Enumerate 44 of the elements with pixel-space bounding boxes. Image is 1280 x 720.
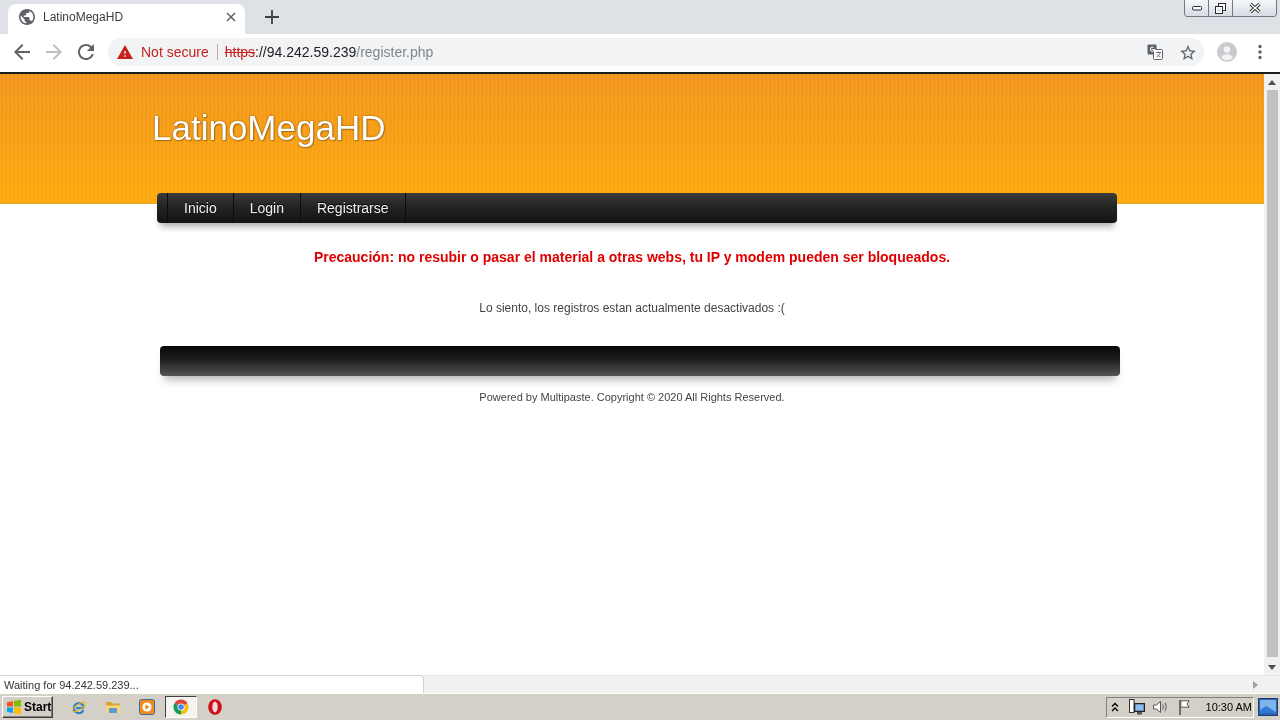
clock[interactable]: 10:30 AM <box>1205 701 1252 713</box>
flag-icon[interactable] <box>1176 699 1193 715</box>
network-icon[interactable] <box>1128 699 1145 715</box>
vertical-scrollbar[interactable] <box>1264 74 1280 675</box>
desktop-icon[interactable] <box>1258 698 1278 716</box>
footer-text: Powered by Multipaste. Copyright © 2020 All Rights Reserved. <box>479 391 785 404</box>
reload-icon[interactable] <box>78 44 94 60</box>
down-arrow-icon[interactable] <box>1268 664 1276 670</box>
speaker-icon[interactable] <box>1151 699 1168 715</box>
site-title: LatinoMegaHD <box>152 108 386 148</box>
menu-icon[interactable] <box>1258 44 1262 60</box>
plus-icon[interactable] <box>265 10 279 24</box>
status-bubble: Waiting for 94.242.59.239... <box>0 675 424 693</box>
translate-icon[interactable] <box>1147 44 1163 60</box>
globe-icon <box>19 9 35 25</box>
browser-tab[interactable]: LatinoMegaHD <box>8 4 245 34</box>
restore-icon <box>1215 2 1226 14</box>
start-button[interactable]: Start <box>2 696 53 718</box>
warning-text: Precaución: no resubir o pasar el material a otras webs, tu IP y modem pueden ser bloqueados. <box>313 249 951 265</box>
minimize-icon <box>1191 5 1202 11</box>
url-text: https://94.242.59.239/register.php <box>224 44 434 60</box>
play-icon[interactable] <box>139 699 155 715</box>
nav-link[interactable]: Inicio <box>167 193 233 223</box>
o-logo-icon[interactable] <box>208 699 222 715</box>
scrollbar-thumb[interactable] <box>1266 90 1278 657</box>
taskbar-button[interactable] <box>165 696 197 718</box>
restore-button[interactable] <box>1208 0 1232 16</box>
up-arrow-icon[interactable] <box>1268 79 1276 85</box>
horizontal-scrollbar[interactable] <box>424 675 1280 693</box>
start-logo-icon <box>6 699 22 715</box>
back-arrow-icon[interactable] <box>14 44 30 60</box>
close-button[interactable] <box>1232 0 1276 16</box>
security-indicator[interactable]: Not secure <box>117 44 209 60</box>
close-icon <box>1248 3 1261 13</box>
browser-logo-icon <box>173 699 189 715</box>
status-message: Lo siento, los registros estan actualmente desactivados :( <box>479 301 785 315</box>
chevron-up-icon[interactable] <box>1110 702 1119 712</box>
nav-link[interactable]: Login <box>232 193 300 223</box>
address-bar[interactable]: Not secure https://94.242.59.239/register.php <box>108 38 1204 66</box>
close-icon[interactable] <box>226 12 236 22</box>
star-icon[interactable] <box>1180 44 1196 60</box>
minimize-button[interactable] <box>1185 0 1208 16</box>
nav-link[interactable]: Registrarse <box>299 193 406 223</box>
e-logo-icon[interactable] <box>71 699 87 715</box>
